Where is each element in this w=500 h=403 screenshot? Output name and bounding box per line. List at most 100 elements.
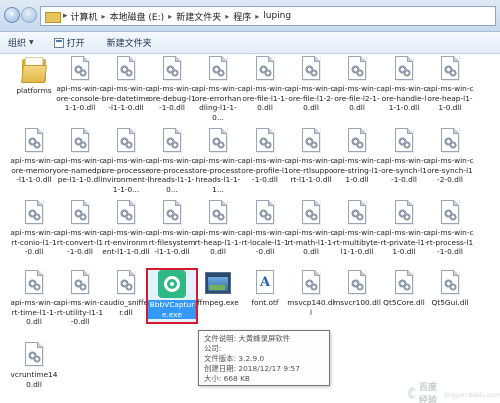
file-item[interactable]: api-ms-win-core-memory-l1-1-0.dll	[10, 128, 58, 185]
file-name: Qt5Core.dll	[383, 298, 425, 307]
file-name: font.otf	[251, 298, 279, 307]
file-name: vcruntime140.dll	[10, 370, 58, 389]
file-item[interactable]: audio_sniffer.dll	[104, 270, 148, 317]
file-item[interactable]: api-ms-win-core-errorhandling-l1-1-0...	[194, 56, 242, 122]
breadcrumb[interactable]: ▸ 计算机 ▸ 本地磁盘 (E:) ▸ 新建文件夹 ▸ 程序 ▸ luping	[40, 6, 496, 26]
chevron-right-icon[interactable]: ▸	[63, 11, 68, 21]
file-name: api-ms-win-core-file-l2-1-0.dll	[333, 84, 381, 113]
file-item[interactable]: api-ms-win-crt-environment-l1-1-0.dll	[102, 200, 150, 257]
dll-file-icon	[23, 128, 45, 154]
file-item[interactable]: api-ms-win-core-file-l1-1-0.dll	[241, 56, 289, 113]
file-item[interactable]: api-ms-win-crt-time-l1-1-0.dll	[10, 270, 58, 327]
dll-file-icon	[69, 200, 91, 226]
file-item[interactable]: vcruntime140.dll	[10, 342, 58, 389]
file-item[interactable]: api-ms-win-core-heap-l1-1-0.dll	[426, 56, 474, 113]
file-item[interactable]: api-ms-win-core-profile-l1-1-0.dll	[241, 128, 289, 185]
dll-file-icon	[393, 56, 415, 82]
file-name: api-ms-win-crt-private-l1-1-0.dll	[380, 228, 428, 257]
file-name: api-ms-win-crt-utility-l1-1-0.dll	[56, 298, 104, 327]
file-name: msvcr100.dll	[333, 298, 381, 307]
open-button[interactable]: 打开	[46, 32, 93, 54]
file-item[interactable]: Qt5Gui.dll	[428, 270, 472, 308]
breadcrumb-item-drive-e[interactable]: 本地磁盘 (E:) ▸	[110, 10, 177, 23]
app-logo-icon	[158, 270, 186, 298]
file-item[interactable]: api-ms-win-core-file-l1-2-0.dll	[287, 56, 335, 113]
file-item[interactable]: api-ms-win-core-handle-l1-1-0.dll	[380, 56, 428, 113]
file-name: api-ms-win-crt-process-l1-1-0.dll	[426, 228, 474, 257]
file-item[interactable]: api-ms-win-core-synch-l1-2-0.dll	[426, 128, 474, 185]
file-item[interactable]: api-ms-win-crt-convert-l1-1-0.dll	[56, 200, 104, 257]
dll-file-icon	[207, 128, 229, 154]
organize-button[interactable]: 组织 ▼	[0, 32, 42, 54]
file-item[interactable]: api-ms-win-crt-locale-l1-1-0.dll	[241, 200, 289, 257]
file-item[interactable]: api-ms-win-core-file-l2-1-0.dll	[333, 56, 381, 113]
file-item[interactable]: api-ms-win-core-processthreads-l1-1-1...	[194, 128, 242, 194]
dll-file-icon	[254, 128, 276, 154]
file-item[interactable]: BbbVCapture.exe	[148, 270, 196, 320]
dll-file-icon	[23, 200, 45, 226]
file-name: msvcp140.dll	[287, 298, 335, 317]
file-name: Qt5Gui.dll	[431, 298, 469, 307]
dll-file-icon	[439, 200, 461, 226]
file-name: api-ms-win-crt-convert-l1-1-0.dll	[56, 228, 104, 257]
breadcrumb-item-programs[interactable]: 程序 ▸	[233, 10, 263, 23]
dll-file-icon	[346, 128, 368, 154]
breadcrumb-item-new-folder[interactable]: 新建文件夹 ▸	[176, 10, 233, 23]
dll-file-icon	[300, 270, 322, 296]
paw-logo-icon	[408, 387, 417, 399]
dll-file-icon	[393, 200, 415, 226]
file-item[interactable]: api-ms-win-crt-multibyte-l1-1-0.dll	[333, 200, 381, 257]
dll-file-icon	[207, 200, 229, 226]
folder-icon	[19, 56, 49, 84]
new-folder-button[interactable]: 新建文件夹	[99, 32, 160, 54]
file-item[interactable]: api-ms-win-core-console-l1-1-0.dll	[56, 56, 104, 113]
dll-file-icon	[161, 128, 183, 154]
file-item[interactable]: msvcp140.dll	[287, 270, 335, 317]
file-name: api-ms-win-core-synch-l1-2-0.dll	[426, 156, 474, 185]
tooltip-version: 文件版本: 3.2.9.0	[204, 354, 265, 363]
file-item[interactable]: api-ms-win-core-processenvironment-l1-1-…	[102, 128, 150, 194]
file-item[interactable]: api-ms-win-core-string-l1-1-0.dll	[333, 128, 381, 185]
file-item[interactable]: api-ms-win-crt-filesystem-l1-1-0.dll	[148, 200, 196, 257]
file-item[interactable]: api-ms-win-core-processthreads-l1-1-0...	[148, 128, 196, 194]
file-item[interactable]: api-ms-win-crt-utility-l1-1-0.dll	[56, 270, 104, 327]
file-name: api-ms-win-crt-math-l1-1-0.dll	[287, 228, 335, 257]
forward-arrow-icon[interactable]: ›	[21, 7, 37, 23]
file-name: api-ms-win-core-namedpipe-l1-1-0.dll	[56, 156, 104, 185]
file-name: api-ms-win-crt-multibyte-l1-1-0.dll	[333, 228, 381, 257]
font-file-icon: A	[253, 270, 277, 296]
ffmpeg-app-icon	[203, 270, 233, 296]
file-item[interactable]: api-ms-win-crt-private-l1-1-0.dll	[380, 200, 428, 257]
file-name: BbbVCapture.exe	[148, 300, 196, 320]
dll-file-icon	[393, 128, 415, 154]
file-name: api-ms-win-core-processenvironment-l1-1-…	[102, 156, 150, 194]
file-item[interactable]: api-ms-win-crt-math-l1-1-0.dll	[287, 200, 335, 257]
file-name: api-ms-win-core-string-l1-1-0.dll	[333, 156, 381, 185]
file-item[interactable]: Afont.otf	[243, 270, 287, 308]
dll-file-icon	[254, 56, 276, 82]
file-item[interactable]: api-ms-win-core-datetime-l1-1-0.dll	[102, 56, 150, 113]
file-item[interactable]: api-ms-win-core-rtlsupport-l1-1-0.dll	[287, 128, 335, 185]
file-item[interactable]: api-ms-win-core-namedpipe-l1-1-0.dll	[56, 128, 104, 185]
file-item[interactable]: api-ms-win-crt-process-l1-1-0.dll	[426, 200, 474, 257]
file-name: api-ms-win-core-errorhandling-l1-1-0...	[194, 84, 242, 122]
open-icon	[53, 37, 64, 48]
file-item[interactable]: api-ms-win-crt-heap-l1-1-0.dll	[194, 200, 242, 257]
tooltip-created: 创建日期: 2018/12/17 9:57	[204, 364, 300, 373]
breadcrumb-item-computer[interactable]: 计算机 ▸	[71, 10, 110, 23]
dll-file-icon	[254, 200, 276, 226]
file-item[interactable]: api-ms-win-core-synch-l1-1-0.dll	[380, 128, 428, 185]
file-name: api-ms-win-crt-heap-l1-1-0.dll	[194, 228, 242, 257]
file-item[interactable]: ffmpeg.exe	[196, 270, 240, 308]
file-item[interactable]: api-ms-win-crt-conio-l1-1-0.dll	[10, 200, 58, 257]
file-item[interactable]: api-ms-win-core-debug-l1-1-0.dll	[148, 56, 196, 113]
dll-file-icon	[115, 270, 137, 296]
folder-item[interactable]: platforms	[12, 56, 56, 96]
file-item[interactable]: Qt5Core.dll	[382, 270, 426, 308]
breadcrumb-item-luping[interactable]: luping	[263, 11, 291, 21]
back-arrow-icon[interactable]: ‹	[4, 7, 20, 23]
file-name: api-ms-win-core-processthreads-l1-1-0...	[148, 156, 196, 194]
dll-file-icon	[439, 56, 461, 82]
dll-file-icon	[207, 56, 229, 82]
file-item[interactable]: msvcr100.dll	[333, 270, 381, 308]
